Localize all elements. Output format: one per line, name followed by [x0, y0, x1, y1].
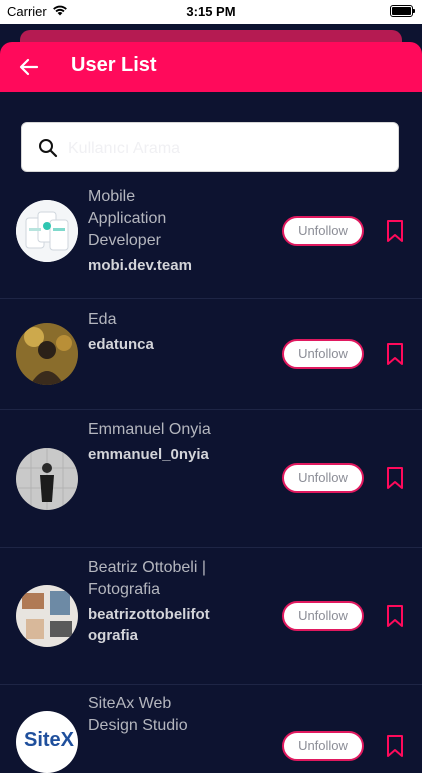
unfollow-button[interactable]: Unfollow	[282, 601, 364, 631]
user-handle: edatunca	[88, 336, 154, 353]
user-list: Mobile Application Developer mobi.dev.te…	[0, 178, 422, 773]
user-info: Mobile Application Developer mobi.dev.te…	[88, 186, 216, 276]
user-name: Beatriz Ottobeli | Fotografia	[88, 559, 206, 598]
avatar[interactable]	[16, 448, 78, 510]
user-info: Beatriz Ottobeli | Fotografia beatrizott…	[88, 557, 216, 646]
bookmark-icon[interactable]	[386, 734, 404, 758]
avatar[interactable]: SiteX	[16, 711, 78, 773]
photography-image	[16, 585, 78, 647]
back-arrow-icon[interactable]	[17, 55, 41, 79]
app-mockup-image	[16, 200, 78, 262]
unfollow-button[interactable]: Unfollow	[282, 463, 364, 493]
unfollow-button[interactable]: Unfollow	[282, 339, 364, 369]
bookmark-icon[interactable]	[386, 342, 404, 366]
user-handle: beatrizottobelifotografia	[88, 606, 210, 644]
bookmark-icon[interactable]	[386, 604, 404, 628]
avatar[interactable]	[16, 585, 78, 647]
list-item: Beatriz Ottobeli | Fotografia beatrizott…	[0, 548, 422, 685]
page-title: User List	[71, 54, 157, 76]
user-name: Mobile Application Developer	[88, 188, 167, 249]
person-photo	[16, 448, 78, 510]
user-handle: mobi.dev.team	[88, 257, 192, 274]
list-item: Mobile Application Developer mobi.dev.te…	[0, 178, 422, 299]
list-item: Eda edatunca Unfollow	[0, 299, 422, 410]
unfollow-button[interactable]: Unfollow	[282, 731, 364, 761]
unfollow-button[interactable]: Unfollow	[282, 216, 364, 246]
search-input[interactable]	[66, 131, 390, 167]
avatar[interactable]	[16, 200, 78, 262]
avatar[interactable]	[16, 323, 78, 385]
user-name: SiteAx Web Design Studio	[88, 695, 188, 734]
bookmark-icon[interactable]	[386, 466, 404, 490]
status-time: 3:15 PM	[186, 4, 236, 19]
status-bar: Carrier 3:15 PM	[0, 0, 422, 24]
search-icon	[39, 139, 58, 158]
siteax-logo: SiteX	[24, 729, 75, 751]
user-info: Eda edatunca	[88, 309, 216, 355]
list-item: Emmanuel Onyia emmanuel_0nyia Unfollow	[0, 410, 422, 548]
user-handle: emmanuel_0nyia	[88, 446, 209, 463]
header-bar: User List	[0, 42, 422, 92]
battery-icon	[390, 5, 415, 17]
bookmark-icon[interactable]	[386, 219, 404, 243]
person-photo	[16, 323, 78, 385]
user-name: Eda	[88, 311, 117, 328]
user-info: SiteAx Web Design Studio	[88, 693, 216, 740]
list-item: SiteX SiteAx Web Design Studio Unfollow	[0, 685, 422, 773]
search-box[interactable]	[21, 122, 399, 172]
user-info: Emmanuel Onyia emmanuel_0nyia	[88, 419, 216, 465]
user-name: Emmanuel Onyia	[88, 421, 211, 438]
